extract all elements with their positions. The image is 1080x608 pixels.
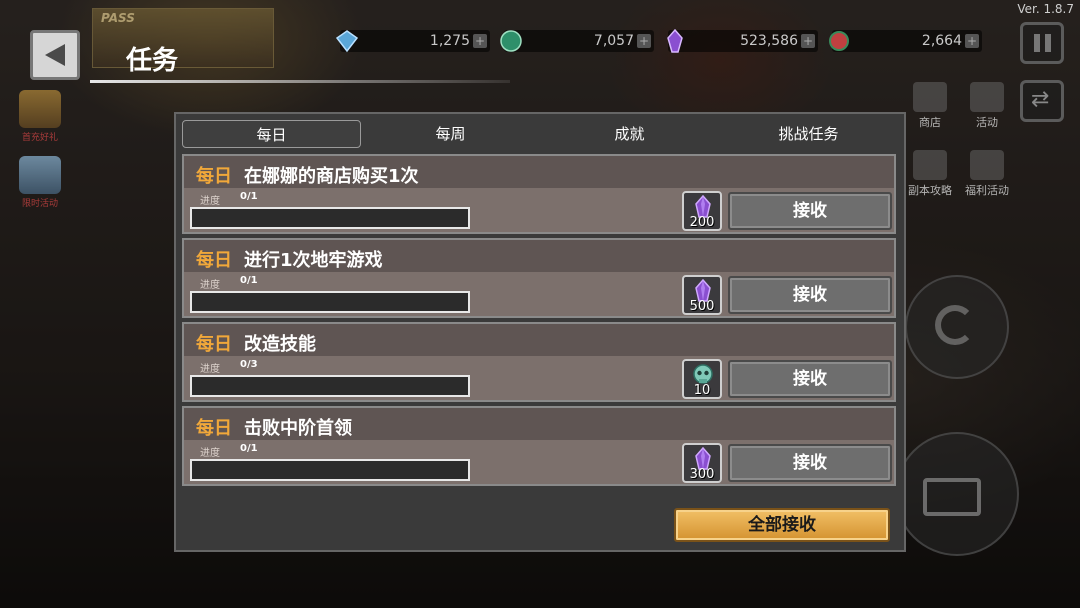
character-icon [970, 150, 1004, 180]
receive-button[interactable]: 接收 [728, 360, 892, 398]
side-item-event[interactable]: 活动 [957, 82, 1017, 130]
reward-amount: 10 [693, 383, 711, 398]
crystal-icon [667, 28, 683, 53]
pass-banner[interactable]: PASS [92, 8, 274, 68]
reward-slot: 10 [682, 359, 722, 399]
progress-value: 0/1 [240, 191, 258, 202]
reward-amount: 500 [689, 299, 715, 314]
progress-bar [190, 375, 470, 397]
receive-all-button[interactable]: 全部接收 [674, 508, 890, 542]
progress-label: 进度 [200, 364, 220, 375]
pause-button[interactable] [1020, 22, 1064, 64]
page-title: 任务 [126, 46, 179, 76]
side-item-guide[interactable]: 副本攻略 [900, 150, 960, 198]
progress-label: 进度 [200, 448, 220, 459]
currency-value: 2,664 [921, 33, 962, 49]
progress-value: 0/1 [240, 275, 258, 286]
progress-value: 0/3 [240, 359, 258, 370]
currency-value: 1,275 [429, 33, 470, 49]
reward-slot: 500 [682, 275, 722, 315]
quest-title: 进行1次地牢游戏 [244, 250, 383, 271]
gift-icon [19, 90, 61, 128]
add-currency-button[interactable]: + [473, 34, 487, 48]
tab-achievements[interactable]: 成就 [540, 120, 719, 148]
receive-button[interactable]: 接收 [728, 192, 892, 230]
back-arrow-icon [45, 44, 65, 66]
currency-value: 523,586 [740, 33, 798, 49]
progress-label: 进度 [200, 196, 220, 207]
receive-button[interactable]: 接收 [728, 276, 892, 314]
character-icon [19, 156, 61, 194]
quest-title: 击败中阶首领 [244, 418, 352, 439]
chat-button[interactable] [895, 432, 1019, 556]
side-item-label: 福利活动 [965, 184, 1009, 197]
reward-amount: 300 [689, 467, 715, 482]
reward-amount: 200 [689, 215, 715, 230]
tab-challenge[interactable]: 挑战任务 [719, 120, 898, 148]
reward-slot: 300 [682, 443, 722, 483]
cart-icon [913, 82, 947, 112]
quest-list[interactable]: 每日 在娜娜的商店购买1次 进度 0/1 200 接收 每日 进行1次地牢游戏 … [182, 154, 900, 496]
progress-label: 进度 [200, 280, 220, 291]
side-item-shop[interactable]: 商店 [900, 82, 960, 130]
progress-bar [190, 207, 470, 229]
currency-crystal: 523,586 + [667, 28, 818, 53]
gem-icon [829, 31, 849, 51]
currency-value: 7,057 [593, 33, 634, 49]
coin-icon [500, 30, 522, 52]
diamond-icon [335, 30, 359, 53]
side-item-label: 限时活动 [21, 199, 58, 209]
side-item-welfare[interactable]: 福利活动 [957, 150, 1017, 198]
reward-slot: 200 [682, 191, 722, 231]
pass-label: PASS [101, 11, 135, 25]
quest-type: 每日 [196, 250, 232, 271]
add-currency-button[interactable]: + [965, 34, 979, 48]
skill-button[interactable] [905, 275, 1009, 379]
version-label: Ver. 1.8.7 [1017, 2, 1074, 16]
quest-title: 改造技能 [244, 334, 316, 355]
title-underline [90, 80, 510, 83]
quest-panel: 每日 每周 成就 挑战任务 每日 在娜娜的商店购买1次 进度 0/1 200 接… [174, 112, 906, 552]
progress-value: 0/1 [240, 443, 258, 454]
quest-item: 每日 进行1次地牢游戏 进度 0/1 500 接收 [182, 238, 896, 318]
side-item-label: 活动 [976, 116, 998, 129]
quest-title: 在娜娜的商店购买1次 [244, 166, 419, 187]
tab-daily[interactable]: 每日 [182, 120, 361, 148]
left-side-menu: 首充好礼 限时活动 [10, 90, 70, 222]
back-button[interactable] [30, 30, 80, 80]
swap-weapon-button[interactable] [1020, 80, 1064, 122]
side-item-label: 商店 [919, 116, 941, 129]
quest-type: 每日 [196, 166, 232, 187]
currency-gem: 2,664 + [829, 30, 982, 52]
progress-bar [190, 291, 470, 313]
side-item-limited-event[interactable]: 限时活动 [10, 156, 70, 214]
add-currency-button[interactable]: + [637, 34, 651, 48]
tab-weekly[interactable]: 每周 [361, 120, 540, 148]
side-item-label: 首充好礼 [21, 133, 58, 143]
quest-item: 每日 改造技能 进度 0/3 10 接收 [182, 322, 896, 402]
character-icon [913, 150, 947, 180]
side-item-first-recharge[interactable]: 首充好礼 [10, 90, 70, 148]
side-item-label: 副本攻略 [908, 184, 952, 197]
currency-diamond: 1,275 + [335, 30, 490, 53]
receive-button[interactable]: 接收 [728, 444, 892, 482]
currency-coin: 7,057 + [500, 30, 654, 52]
quest-type: 每日 [196, 418, 232, 439]
crown-icon [970, 82, 1004, 112]
quest-type: 每日 [196, 334, 232, 355]
quest-item: 每日 在娜娜的商店购买1次 进度 0/1 200 接收 [182, 154, 896, 234]
add-currency-button[interactable]: + [801, 34, 815, 48]
quest-item: 每日 击败中阶首领 进度 0/1 300 接收 [182, 406, 896, 486]
currency-bar: 1,275 + 7,057 + 523,586 + 2,664 + [335, 28, 982, 53]
progress-bar [190, 459, 470, 481]
quest-tabs: 每日 每周 成就 挑战任务 [182, 120, 898, 148]
